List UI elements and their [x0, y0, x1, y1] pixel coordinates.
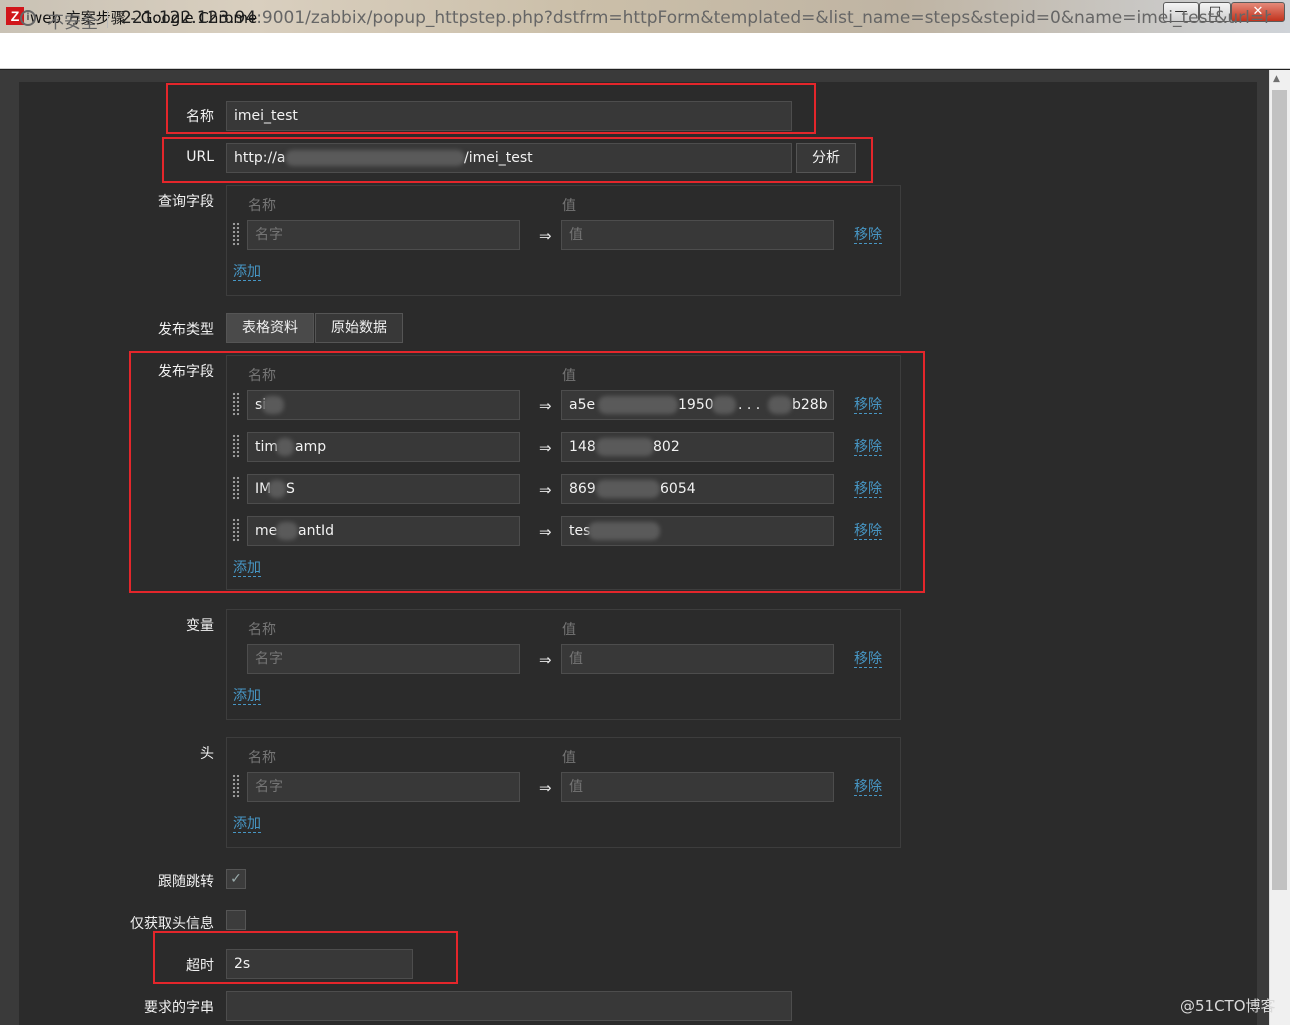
- drag-handle-icon[interactable]: [232, 774, 240, 798]
- variables-col-name: 名称: [248, 622, 276, 638]
- query-add-link[interactable]: 添加: [233, 264, 261, 281]
- variable-remove-link[interactable]: 移除: [854, 651, 882, 668]
- query-col-value: 值: [562, 198, 576, 214]
- header-add-link[interactable]: 添加: [233, 816, 261, 833]
- query-value-input[interactable]: 值: [561, 220, 834, 250]
- query-col-name: 名称: [248, 198, 276, 214]
- follow-redirects-checkbox[interactable]: ✓: [226, 869, 246, 889]
- retrieve-headers-checkbox[interactable]: [226, 910, 246, 930]
- url-host: 221.122.123.94: [121, 8, 257, 28]
- variable-value-input[interactable]: 值: [561, 644, 834, 674]
- header-name-input[interactable]: 名字: [247, 772, 520, 802]
- address-separator: [107, 10, 108, 28]
- highlight-box-name: [166, 83, 816, 134]
- required-string-label: 要求的字串: [144, 1000, 214, 1016]
- drag-handle-icon[interactable]: [232, 222, 240, 246]
- arrow-icon: ⇒: [539, 227, 552, 245]
- post-type-raw-data[interactable]: 原始数据: [315, 313, 403, 343]
- query-fields-label: 查询字段: [158, 194, 214, 210]
- security-label[interactable]: 不安全: [47, 8, 98, 33]
- arrow-icon: ⇒: [539, 779, 552, 797]
- highlight-box-timeout: [153, 931, 458, 984]
- header-value-input[interactable]: 值: [561, 772, 834, 802]
- watermark: @51CTO博客: [1180, 997, 1276, 1015]
- headers-col-name: 名称: [248, 750, 276, 766]
- headers-label: 头: [200, 746, 214, 762]
- variable-add-link[interactable]: 添加: [233, 688, 261, 705]
- query-remove-link[interactable]: 移除: [854, 227, 882, 244]
- highlight-box-url: [162, 137, 873, 183]
- arrow-icon: ⇒: [539, 651, 552, 669]
- post-type-form-data[interactable]: 表格资料: [226, 313, 314, 343]
- retrieve-headers-label: 仅获取头信息: [130, 916, 214, 932]
- follow-redirects-label: 跟随跳转: [158, 874, 214, 890]
- url-text[interactable]: 221.122.123.94:9001/zabbix/popup_httpste…: [121, 8, 1271, 28]
- address-bar[interactable]: [0, 33, 1290, 69]
- header-remove-link[interactable]: 移除: [854, 779, 882, 796]
- headers-col-value: 值: [562, 750, 576, 766]
- variables-label: 变量: [186, 618, 214, 634]
- url-path: :9001/zabbix/popup_httpstep.php?dstfrm=h…: [256, 8, 1271, 28]
- info-icon[interactable]: i: [20, 10, 36, 26]
- variable-name-input[interactable]: 名字: [247, 644, 520, 674]
- highlight-box-post-fields: [129, 351, 925, 593]
- variables-col-value: 值: [562, 622, 576, 638]
- scroll-up-icon[interactable]: ▲: [1273, 74, 1280, 84]
- scroll-thumb[interactable]: [1272, 90, 1287, 890]
- query-name-input[interactable]: 名字: [247, 220, 520, 250]
- required-string-input[interactable]: [226, 991, 792, 1021]
- post-type-label: 发布类型: [158, 322, 214, 338]
